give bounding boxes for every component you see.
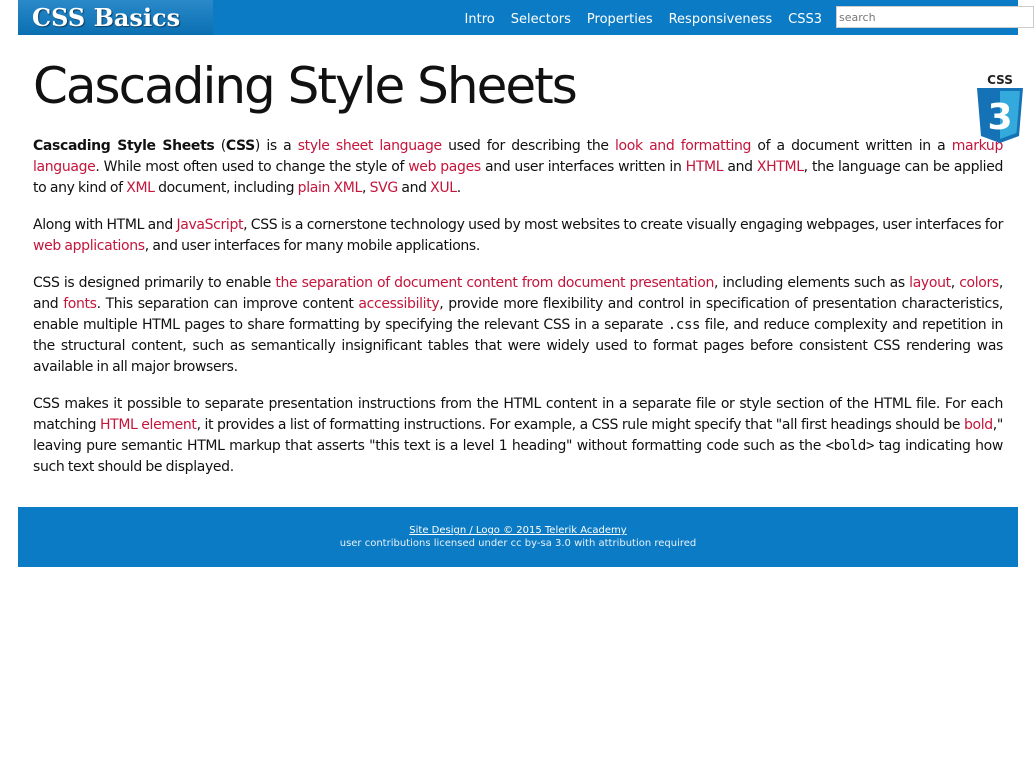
paragraph-text: Along with HTML and [33, 217, 177, 233]
paragraph-example: CSS makes it possible to separate presen… [33, 394, 1003, 478]
paragraph-text: and user interfaces written in [480, 159, 686, 175]
page-title: Cascading Style Sheets [33, 57, 578, 115]
paragraph-text: document, including [154, 180, 298, 196]
site-footer: Site Design / Logo © 2015 Telerik Academ… [18, 507, 1018, 567]
paragraph-text: used for describing the [441, 138, 616, 154]
inline-link[interactable]: HTML element [100, 417, 197, 433]
paragraph-text: of a document written in a [751, 138, 952, 154]
inline-link[interactable]: look and formatting [615, 138, 751, 154]
paragraph-text: , and user interfaces for many mobile ap… [144, 238, 481, 254]
inline-link[interactable]: web pages [408, 159, 481, 175]
inline-link[interactable]: layout [909, 275, 951, 291]
inline-link[interactable]: XUL [430, 180, 457, 196]
page: CSS Basics Intro Selectors Properties Re… [18, 0, 1034, 567]
inline-link[interactable]: colors [959, 275, 999, 291]
nav-responsiveness[interactable]: Responsiveness [669, 0, 773, 35]
paragraph-text: , including elements such as [713, 275, 910, 291]
nav-intro[interactable]: Intro [465, 0, 495, 35]
inline-link[interactable]: style sheet language [298, 138, 442, 154]
paragraph-text: , [950, 275, 960, 291]
paragraph-text: ( [214, 138, 226, 154]
nav-selectors[interactable]: Selectors [511, 0, 571, 35]
search-input[interactable] [836, 6, 1034, 28]
inline-link[interactable]: JavaScript [176, 217, 243, 233]
svg-text:3: 3 [987, 97, 1012, 138]
site-header: CSS Basics Intro Selectors Properties Re… [18, 0, 1034, 35]
paragraph-text: CSS is designed primarily to enable [33, 275, 276, 291]
inline-link[interactable]: SVG [370, 180, 399, 196]
footer-license: user contributions licensed under cc by-… [339, 538, 697, 549]
paragraph-text: . This separation can improve content [96, 296, 359, 312]
paragraph-text: , it provides a list of formatting instr… [196, 417, 964, 433]
nav-properties[interactable]: Properties [587, 0, 653, 35]
svg-text:CSS: CSS [987, 73, 1013, 87]
inline-link[interactable]: plain XML [298, 180, 363, 196]
paragraph-text: ) is a [254, 138, 298, 154]
bold-term: CSS [225, 138, 255, 154]
footer-credit-link[interactable]: Site Design / Logo © 2015 Telerik Academ… [409, 525, 626, 536]
inline-code: .css [667, 317, 701, 333]
inline-link[interactable]: XHTML [757, 159, 804, 175]
inline-link[interactable]: fonts [63, 296, 97, 312]
bold-term: Cascading Style Sheets [33, 138, 215, 154]
inline-link[interactable]: accessibility [358, 296, 439, 312]
paragraph-text: . [456, 180, 461, 196]
paragraph-separation: CSS is designed primarily to enable the … [33, 273, 1003, 378]
paragraph-text: , [361, 180, 370, 196]
inline-link[interactable]: bold [964, 417, 993, 433]
main-content: Cascading Style Sheets CSS 3 Cascading S… [18, 57, 1023, 478]
nav-css3[interactable]: CSS3 [788, 0, 822, 35]
inline-link[interactable]: HTML [686, 159, 724, 175]
paragraph-intro: Cascading Style Sheets (CSS) is a style … [33, 136, 1003, 199]
paragraph-usage: Along with HTML and JavaScript, CSS is a… [33, 215, 1003, 257]
css3-shield-icon: CSS 3 [977, 73, 1023, 143]
inline-link[interactable]: XML [126, 180, 155, 196]
inline-link[interactable]: the separation of document content from … [275, 275, 714, 291]
main-nav: Intro Selectors Properties Responsivenes… [449, 0, 822, 35]
inline-code: <bold> [825, 438, 875, 454]
paragraph-text: and [723, 159, 757, 175]
site-logo[interactable]: CSS Basics [18, 0, 213, 35]
inline-link[interactable]: web applications [33, 238, 145, 254]
paragraph-text: and [397, 180, 431, 196]
paragraph-text: , CSS is a cornerstone technology used b… [243, 217, 1003, 233]
paragraph-text: . While most often used to change the st… [95, 159, 409, 175]
